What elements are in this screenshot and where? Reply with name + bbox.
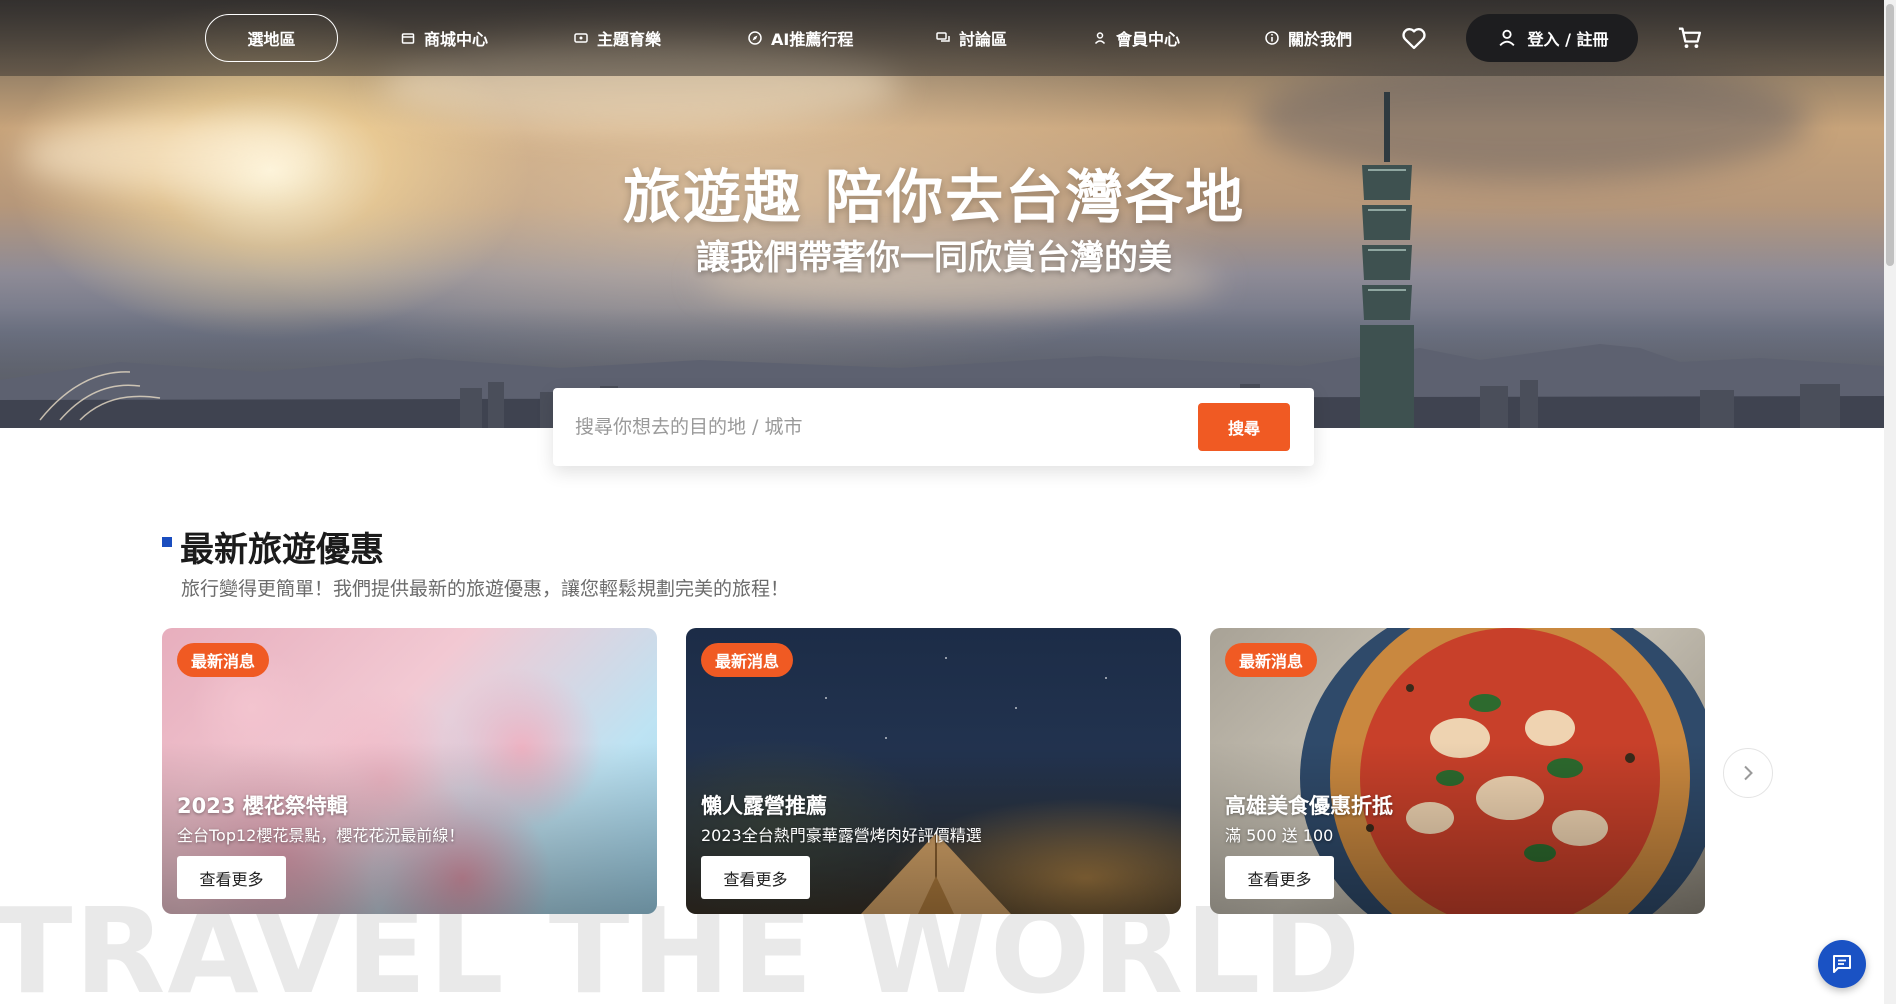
store-icon <box>401 33 415 44</box>
page-scrollbar[interactable] <box>1884 0 1896 1004</box>
top-navbar: 選地區 商城中心 主題育樂 AI推薦行程 討論區 會員中心 關於我們 登入 / … <box>0 0 1884 76</box>
nav-item-shop[interactable]: 商城中心 <box>400 24 488 52</box>
nav-item-label: 會員中心 <box>1116 30 1181 49</box>
login-register-button[interactable]: 登入 / 註冊 <box>1466 14 1638 62</box>
hero-title: 旅遊趣 陪你去台灣各地 <box>622 163 1246 231</box>
carousel-next-button[interactable] <box>1723 748 1773 798</box>
chat-bubbles-icon <box>936 32 950 42</box>
search-input[interactable] <box>575 408 1175 446</box>
chat-support-button[interactable] <box>1818 940 1866 988</box>
chevron-right-icon <box>1744 765 1753 781</box>
view-more-button[interactable]: 查看更多 <box>701 856 810 899</box>
card-subtitle: 全台Top12櫻花景點，櫻花花況最前線！ <box>177 826 465 845</box>
nav-item-theme[interactable]: 主題育樂 <box>573 24 661 52</box>
user-icon <box>1498 29 1515 46</box>
heart-icon[interactable] <box>1400 24 1428 52</box>
search-box: 搜尋 <box>553 388 1314 466</box>
hero-subtitle: 讓我們帶著你一同欣賞台灣的美 <box>696 238 1172 278</box>
view-more-button[interactable]: 查看更多 <box>177 856 286 899</box>
card-title: 2023 櫻花祭特輯 <box>177 794 348 818</box>
section-description: 旅行變得更簡單！我們提供最新的旅遊優惠，讓您輕鬆規劃完美的旅程！ <box>181 578 790 600</box>
nav-item-label: AI推薦行程 <box>771 30 854 49</box>
view-more-button[interactable]: 查看更多 <box>1225 856 1334 899</box>
nav-item-forum[interactable]: 討論區 <box>935 24 1007 52</box>
nav-item-label: 討論區 <box>959 30 1008 49</box>
scrollbar-thumb[interactable] <box>1886 4 1894 266</box>
nav-item-member[interactable]: 會員中心 <box>1092 24 1180 52</box>
ticket-icon <box>574 33 588 43</box>
search-button[interactable]: 搜尋 <box>1198 403 1290 451</box>
card-subtitle: 滿 500 送 100 <box>1225 826 1334 845</box>
info-icon <box>1265 31 1279 45</box>
user-icon <box>1094 32 1106 45</box>
nav-item-about[interactable]: 關於我們 <box>1264 24 1352 52</box>
section-title-marker <box>162 537 172 547</box>
nav-item-ai-itinerary[interactable]: AI推薦行程 <box>747 24 853 52</box>
card-subtitle: 2023全台熱門豪華露營烤肉好評價精選 <box>701 826 982 845</box>
region-select-button[interactable]: 選地區 <box>205 14 338 62</box>
promo-card[interactable]: 最新消息 高雄美食優惠折抵 滿 500 送 100 查看更多 <box>1210 628 1705 914</box>
compass-icon <box>748 31 762 45</box>
news-badge: 最新消息 <box>1225 643 1318 677</box>
login-register-label: 登入 / 註冊 <box>1527 30 1609 49</box>
nav-item-label: 商城中心 <box>424 30 489 49</box>
chat-icon <box>1833 955 1851 973</box>
news-badge: 最新消息 <box>177 643 270 677</box>
card-title: 高雄美食優惠折抵 <box>1225 794 1393 818</box>
cart-icon[interactable] <box>1676 24 1704 52</box>
news-badge: 最新消息 <box>701 643 794 677</box>
nav-item-label: 主題育樂 <box>597 30 662 49</box>
section-title: 最新旅遊優惠 <box>180 530 384 570</box>
nav-item-label: 關於我們 <box>1288 30 1353 49</box>
promo-card[interactable]: 最新消息 2023 櫻花祭特輯 全台Top12櫻花景點，櫻花花況最前線！ 查看更… <box>162 628 657 914</box>
promo-card[interactable]: 最新消息 懶人露營推薦 2023全台熱門豪華露營烤肉好評價精選 查看更多 <box>686 628 1181 914</box>
card-title: 懶人露營推薦 <box>701 794 827 818</box>
